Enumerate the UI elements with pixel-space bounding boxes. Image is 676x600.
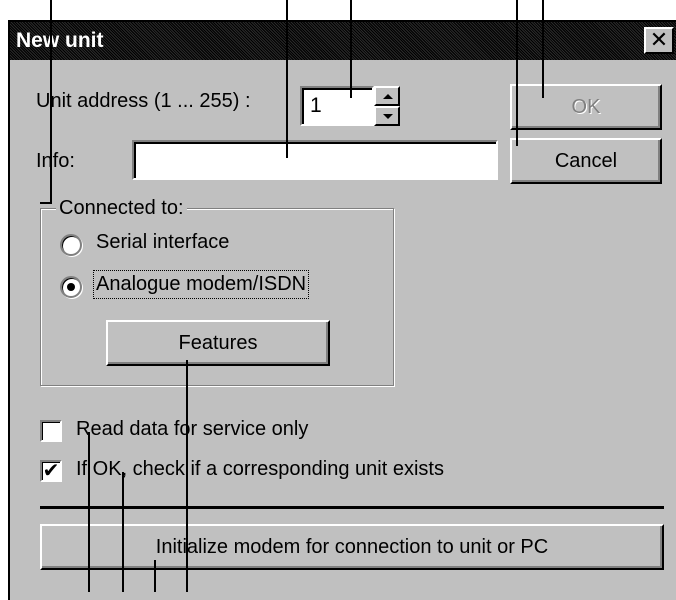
radio-modem-label: Analogue modem/ISDN — [92, 270, 310, 299]
dialog-title: New unit — [16, 29, 104, 52]
new-unit-dialog: New unit ✕ Unit address (1 ... 255) : 1 … — [8, 20, 676, 600]
callout-line-info — [286, 0, 288, 158]
checkmark-icon: ✔ — [42, 460, 60, 482]
check-unit-checkbox[interactable]: ✔ — [40, 460, 62, 482]
check-unit-label: If OK, check if a corresponding unit exi… — [76, 458, 444, 480]
ok-button[interactable]: OK — [510, 84, 662, 130]
features-button[interactable]: Features — [106, 320, 330, 366]
connected-to-label: Connected to: — [56, 197, 187, 220]
radio-serial-interface[interactable] — [60, 234, 82, 256]
callout-line-spinner — [350, 0, 352, 98]
triangle-down-icon — [383, 114, 393, 119]
cancel-button[interactable]: Cancel — [510, 138, 662, 184]
callout-line-read-data — [88, 432, 90, 592]
callout-line-initialize — [154, 560, 156, 592]
read-data-checkbox[interactable] — [40, 420, 62, 442]
callout-line-group — [50, 0, 52, 202]
unit-address-spinner[interactable] — [374, 86, 400, 126]
unit-address-input[interactable]: 1 — [300, 86, 374, 126]
separator — [40, 506, 664, 509]
info-label: Info: — [36, 150, 75, 172]
spin-up-button[interactable] — [374, 86, 400, 106]
info-input[interactable] — [132, 140, 498, 180]
title-bar: New unit ✕ — [10, 22, 676, 60]
radio-selected-dot — [67, 283, 75, 291]
close-button[interactable]: ✕ — [644, 27, 674, 54]
triangle-up-icon — [383, 94, 393, 99]
close-icon: ✕ — [649, 27, 669, 52]
radio-serial-label: Serial interface — [96, 231, 230, 253]
unit-address-label: Unit address (1 ... 255) : — [36, 90, 251, 112]
callout-line-cancel — [516, 0, 518, 146]
read-data-label: Read data for service only — [76, 418, 309, 440]
callout-line-ok — [542, 0, 544, 98]
spin-down-button[interactable] — [374, 106, 400, 126]
radio-analogue-modem[interactable] — [60, 276, 82, 298]
initialize-modem-button[interactable]: Initialize modem for connection to unit … — [40, 524, 664, 570]
callout-tick — [40, 202, 52, 204]
callout-line-features — [186, 360, 188, 592]
callout-line-check-unit — [122, 472, 124, 592]
